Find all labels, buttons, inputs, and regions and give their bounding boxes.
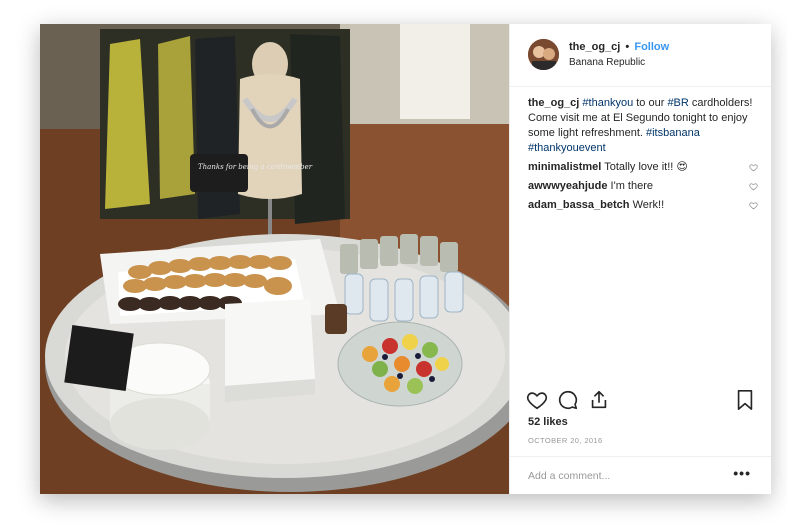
- hashtag-link[interactable]: #itsbanana: [646, 127, 700, 139]
- post-date[interactable]: OCTOBER 20, 2016: [528, 436, 603, 445]
- comment-like-icon[interactable]: [749, 201, 758, 210]
- comment-box: Add a comment... •••: [510, 456, 771, 495]
- comments-list: the_og_cj #thankyou to our #BR cardholde…: [528, 96, 758, 217]
- caption: the_og_cj #thankyou to our #BR cardholde…: [528, 96, 758, 156]
- post-card: Thanks for being a cardmember the_og_cj …: [40, 24, 771, 494]
- comment-username[interactable]: minimalistmel: [528, 161, 601, 173]
- comment-text: Werk!!: [632, 199, 665, 211]
- comment-icon[interactable]: [557, 389, 579, 411]
- avatar[interactable]: [528, 39, 559, 70]
- comment-like-icon[interactable]: [749, 182, 758, 191]
- comment-username[interactable]: adam_bassa_betch: [528, 199, 630, 211]
- comment-like-icon[interactable]: [749, 163, 758, 172]
- header-line: the_og_cj • Follow: [569, 41, 669, 53]
- action-bar: [510, 384, 771, 414]
- sign-text: Thanks for being a cardmember: [198, 163, 313, 171]
- add-comment-input[interactable]: Add a comment...: [528, 470, 610, 482]
- hashtag-link[interactable]: #thankyouevent: [528, 142, 606, 154]
- post-side-panel: the_og_cj • Follow Banana Republic the_o…: [509, 24, 771, 494]
- username-link[interactable]: the_og_cj: [569, 41, 620, 53]
- comment-item: awwwyeahjude I'm there: [528, 179, 758, 194]
- more-options-button[interactable]: •••: [733, 465, 751, 481]
- caption-username[interactable]: the_og_cj: [528, 97, 579, 109]
- likes-count[interactable]: 52 likes: [528, 416, 568, 428]
- comment-item: minimalistmel Totally love it!! 😍: [528, 160, 758, 175]
- hashtag-link[interactable]: #BR: [667, 97, 688, 109]
- bookmark-icon[interactable]: [735, 389, 755, 411]
- post-header: the_og_cj • Follow Banana Republic: [510, 24, 771, 87]
- comment-item: adam_bassa_betch Werk!!: [528, 198, 758, 213]
- follow-button[interactable]: Follow: [634, 41, 669, 53]
- comment-text: I'm there: [610, 180, 653, 192]
- separator-dot: •: [625, 41, 630, 53]
- share-icon[interactable]: [588, 389, 610, 411]
- comment-text: Totally love it!! 😍: [604, 161, 688, 173]
- post-photo[interactable]: Thanks for being a cardmember: [40, 24, 509, 494]
- heart-icon[interactable]: [526, 389, 548, 411]
- hashtag-link[interactable]: #thankyou: [582, 97, 633, 109]
- caption-text: to our: [633, 97, 668, 109]
- comment-username[interactable]: awwwyeahjude: [528, 180, 607, 192]
- location-link[interactable]: Banana Republic: [569, 57, 645, 68]
